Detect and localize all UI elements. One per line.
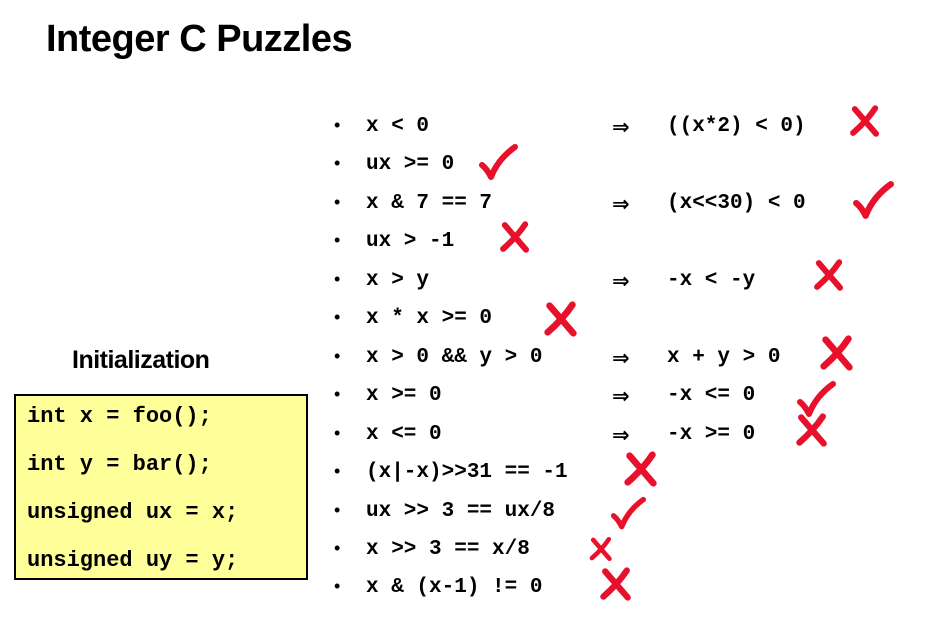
cross-icon: [542, 300, 580, 338]
puzzle-implication: -x < -y: [667, 269, 756, 292]
implies-arrow: ⇒: [612, 115, 630, 139]
puzzle-row: • ux >= 0: [334, 151, 894, 189]
check-icon: [478, 143, 518, 183]
bullet: •: [334, 230, 341, 250]
cross-icon: [498, 220, 532, 254]
bullet: •: [334, 346, 341, 366]
puzzle-implication: -x >= 0: [667, 423, 756, 446]
puzzle-implication: -x <= 0: [667, 384, 756, 407]
puzzle-condition: (x|-x)>>31 == -1: [366, 461, 568, 484]
initialization-box: int x = foo(); int y = bar(); unsigned u…: [14, 394, 308, 580]
cross-icon: [622, 450, 660, 488]
puzzle-condition: x & (x-1) != 0: [366, 576, 543, 599]
bullet: •: [334, 576, 341, 596]
implies-arrow: ⇒: [612, 269, 630, 293]
cross-icon: [848, 104, 882, 138]
init-line-ux: unsigned ux = x;: [27, 500, 239, 525]
bullet: •: [334, 500, 341, 520]
puzzle-condition: x > y: [366, 269, 430, 292]
bullet: •: [334, 384, 341, 404]
puzzle-row: • x & 7 == 7 ⇒ (x<<30) < 0: [334, 190, 894, 228]
implies-arrow: ⇒: [612, 346, 630, 370]
puzzle-implication: x + y > 0: [667, 346, 781, 369]
puzzle-condition: x < 0: [366, 115, 430, 138]
cross-icon: [812, 258, 846, 292]
puzzle-condition: ux >= 0: [366, 153, 455, 176]
puzzle-implication: ((x*2) < 0): [667, 115, 806, 138]
bullet: •: [334, 153, 341, 173]
cross-icon: [598, 566, 634, 602]
initialization-heading: Initialization: [72, 346, 210, 374]
puzzle-condition: x >> 3 == x/8: [366, 538, 530, 561]
init-line-y: int y = bar();: [27, 452, 212, 477]
puzzle-row: • (x|-x)>>31 == -1: [334, 459, 894, 497]
bullet: •: [334, 269, 341, 289]
puzzle-condition: x <= 0: [366, 423, 442, 446]
bullet: •: [334, 192, 341, 212]
implies-arrow: ⇒: [612, 384, 630, 408]
puzzle-row: • ux > -1: [334, 228, 894, 266]
bullet: •: [334, 461, 341, 481]
puzzle-condition: x > 0 && y > 0: [366, 346, 543, 369]
page-title: Integer C Puzzles: [46, 18, 353, 60]
bullet: •: [334, 307, 341, 327]
cross-icon: [818, 334, 856, 372]
check-icon: [610, 496, 646, 532]
puzzle-condition: ux > -1: [366, 230, 455, 253]
cross-icon: [794, 412, 830, 448]
implies-arrow: ⇒: [612, 423, 630, 447]
puzzle-condition: x & 7 == 7: [366, 192, 493, 215]
check-icon: [852, 180, 894, 222]
puzzle-row: • x < 0 ⇒ ((x*2) < 0): [334, 113, 894, 151]
puzzle-row: • x > 0 && y > 0 ⇒ x + y > 0: [334, 344, 894, 382]
puzzle-row: • x > y ⇒ -x < -y: [334, 267, 894, 305]
puzzle-row: • x * x >= 0: [334, 305, 894, 343]
bullet: •: [334, 538, 341, 558]
cross-icon: [588, 536, 614, 562]
init-line-uy: unsigned uy = y;: [27, 548, 239, 573]
puzzle-condition: x * x >= 0: [366, 307, 493, 330]
puzzle-implication: (x<<30) < 0: [667, 192, 806, 215]
bullet: •: [334, 423, 341, 443]
puzzle-condition: x >= 0: [366, 384, 442, 407]
puzzle-condition: ux >> 3 == ux/8: [366, 500, 556, 523]
init-line-x: int x = foo();: [27, 404, 212, 429]
bullet: •: [334, 115, 341, 135]
implies-arrow: ⇒: [612, 192, 630, 216]
